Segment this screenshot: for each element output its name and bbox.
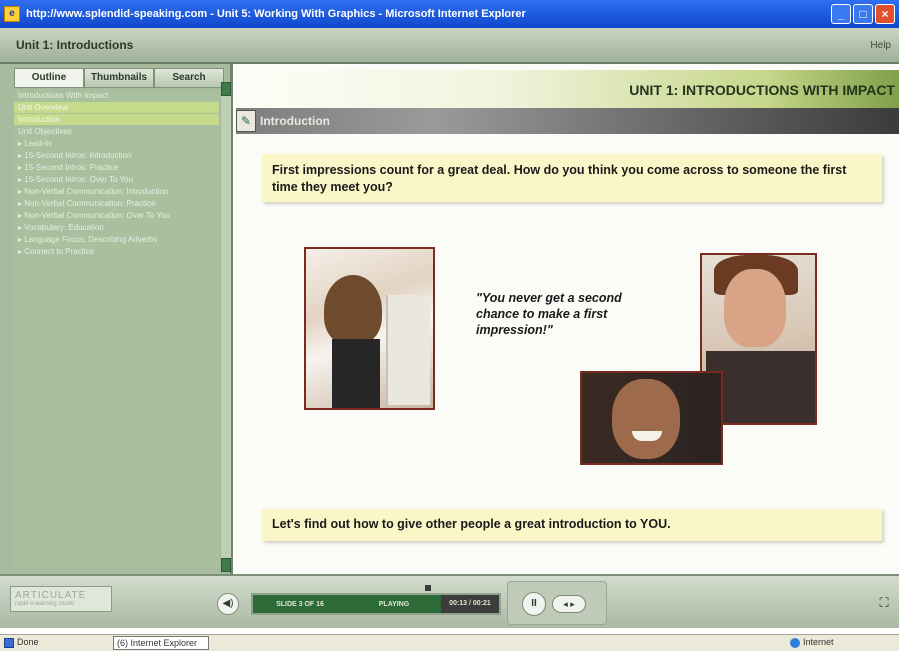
outline-item[interactable]: ▸ Non-Verbal Communication: Practice: [14, 198, 219, 209]
slide-area: UNIT 1: INTRODUCTIONS WITH IMPACT ✎ Intr…: [236, 64, 899, 574]
scroll-down-button[interactable]: [221, 558, 231, 572]
outline-item[interactable]: ▸ 15-Second Intros: Introduction: [14, 150, 219, 161]
outline-item[interactable]: ▸ Lead-In: [14, 138, 219, 149]
course-title: Unit 1: Introductions: [16, 38, 134, 52]
tab-thumbnails[interactable]: Thumbnails: [84, 68, 154, 88]
outline-item[interactable]: ▸ Non-Verbal Communication: Over To You: [14, 210, 219, 221]
globe-icon: [790, 637, 800, 648]
player-bar: ARTICULATE rapid e-learning studio ◀) SL…: [0, 574, 899, 628]
outline-item[interactable]: ▸ 15-Second Intros: Practice: [14, 162, 219, 173]
section-title: Introduction: [260, 114, 330, 128]
notepad-icon: ✎: [236, 110, 256, 132]
prev-next-button[interactable]: ◂ ▸: [552, 595, 586, 613]
tab-outline[interactable]: Outline: [14, 68, 84, 88]
outline-item[interactable]: ▸ 15-Second Intros: Over To You: [14, 174, 219, 185]
outline-item-current[interactable]: Introduction: [14, 114, 219, 125]
prompt-box: First impressions count for a great deal…: [262, 154, 882, 202]
page-icon: [4, 637, 14, 648]
security-zone: Internet: [790, 637, 834, 648]
time-readout: 00:13 / 00:21: [441, 595, 499, 613]
window-controls: _ □ ×: [831, 4, 895, 24]
outline-item[interactable]: Introductions With Impact: [14, 90, 219, 101]
browser-status-bar: Done (6) Internet Explorer Internet: [0, 634, 899, 651]
outline-scrollbar[interactable]: [221, 82, 231, 572]
photo-handshake: [304, 247, 435, 410]
taskbar-button[interactable]: (6) Internet Explorer: [113, 636, 209, 650]
unit-heading: UNIT 1: INTRODUCTIONS WITH IMPACT: [629, 82, 895, 98]
scroll-up-button[interactable]: [221, 82, 231, 96]
closing-box: Let's find out how to give other people …: [262, 509, 882, 541]
minimize-icon[interactable]: _: [831, 4, 851, 24]
progress-bar[interactable]: SLIDE 3 OF 16 PLAYING 00:13 / 00:21: [251, 593, 501, 615]
outline-list: Introductions With Impact Unit Overview …: [14, 90, 219, 568]
volume-icon[interactable]: ◀): [217, 593, 239, 615]
playback-controls: II ◂ ▸: [507, 581, 607, 625]
tab-search[interactable]: Search: [154, 68, 224, 88]
fullscreen-icon[interactable]: ⛶: [875, 594, 893, 612]
sidebar-tabs: Outline Thumbnails Search: [14, 68, 224, 88]
unit-banner: UNIT 1: INTRODUCTIONS WITH IMPACT: [236, 70, 899, 108]
status-done: Done: [4, 637, 39, 648]
quote-text: "You never get a second chance to make a…: [476, 291, 622, 337]
ie-icon: e: [4, 6, 20, 22]
outline-item[interactable]: Unit Objectives: [14, 126, 219, 137]
outline-item[interactable]: ▸ Vocabulary: Education: [14, 222, 219, 233]
play-status: PLAYING: [378, 600, 410, 608]
outline-item[interactable]: Unit Overview: [14, 102, 219, 113]
sidebar: Outline Thumbnails Search Introductions …: [0, 64, 233, 574]
section-bar: ✎ Introduction: [236, 108, 899, 134]
pause-button[interactable]: II: [522, 592, 546, 616]
slide-counter: SLIDE 3 OF 16: [276, 600, 324, 608]
outline-item[interactable]: ▸ Connect to Practice: [14, 246, 219, 257]
maximize-icon[interactable]: □: [853, 4, 873, 24]
photo-smiling-man: [580, 371, 723, 465]
course-header: Unit 1: Introductions Help: [0, 28, 899, 64]
close-icon[interactable]: ×: [875, 4, 895, 24]
articulate-logo: ARTICULATE rapid e-learning studio: [10, 586, 112, 612]
help-link[interactable]: Help: [870, 40, 891, 51]
window-title: http://www.splendid-speaking.com - Unit …: [26, 8, 526, 20]
outline-item[interactable]: ▸ Non-Verbal Communication: Introduction: [14, 186, 219, 197]
window-title-bar: e http://www.splendid-speaking.com - Uni…: [0, 0, 899, 28]
progress-marker[interactable]: [425, 585, 431, 591]
outline-item[interactable]: ▸ Language Focus: Describing Adverbs: [14, 234, 219, 245]
